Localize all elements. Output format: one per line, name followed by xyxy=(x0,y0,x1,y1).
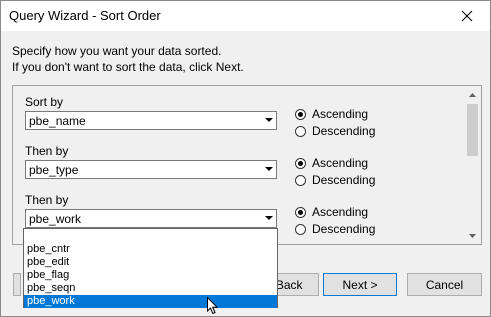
list-item-selected[interactable]: pbe_work xyxy=(24,295,277,308)
chevron-down-icon[interactable] xyxy=(261,161,276,178)
close-icon xyxy=(461,10,473,22)
descending-radio-3[interactable]: Descending xyxy=(295,221,375,237)
instruction-line-2: If you don't want to sort the data, clic… xyxy=(12,60,244,74)
radio-label: Ascending xyxy=(312,107,369,121)
field-dropdown-list[interactable]: pbe_cntr pbe_edit pbe_flag pbe_seqn pbe_… xyxy=(23,228,278,308)
hidden-left-button[interactable] xyxy=(13,273,21,296)
scrollbar-thumb[interactable] xyxy=(467,104,478,156)
sort-panel: Sort by pbe_name Ascending Descending Th… xyxy=(12,85,482,245)
vertical-scrollbar[interactable] xyxy=(464,86,481,244)
list-item[interactable]: pbe_edit xyxy=(24,256,277,269)
radio-label: Descending xyxy=(312,173,376,187)
descending-radio-2[interactable]: Descending xyxy=(295,172,375,188)
instruction-line-1: Specify how you want your data sorted. xyxy=(12,44,222,58)
close-button[interactable] xyxy=(444,1,490,31)
radio-label: Descending xyxy=(312,222,376,236)
sort-field-combo-2[interactable]: pbe_type xyxy=(25,160,277,179)
ascending-radio-1[interactable]: Ascending xyxy=(295,106,368,122)
sort-group-1: Sort by pbe_name Ascending Descending xyxy=(25,95,445,139)
then-by-label: Then by xyxy=(25,193,69,207)
radio-button[interactable] xyxy=(295,157,306,169)
instructions: Specify how you want your data sorted. I… xyxy=(12,43,244,75)
combo-value: pbe_work xyxy=(29,212,82,226)
sort-field-combo-1[interactable]: pbe_name xyxy=(25,111,277,130)
list-item[interactable]: pbe_seqn xyxy=(24,282,277,295)
scroll-down-icon[interactable] xyxy=(464,227,481,244)
window-title: Query Wizard - Sort Order xyxy=(9,8,161,23)
radio-button[interactable] xyxy=(295,108,306,120)
combo-value: pbe_name xyxy=(29,114,86,128)
list-item[interactable] xyxy=(24,230,277,243)
sort-group-2: Then by pbe_type Ascending Descending xyxy=(25,144,445,188)
chevron-down-icon[interactable] xyxy=(261,210,276,227)
combo-value: pbe_type xyxy=(29,163,79,177)
radio-label: Ascending xyxy=(312,156,369,170)
list-item[interactable]: pbe_cntr xyxy=(24,243,277,256)
sort-field-combo-3[interactable]: pbe_work xyxy=(25,209,277,228)
scroll-up-icon[interactable] xyxy=(464,86,481,103)
next-button[interactable]: Next > xyxy=(323,273,397,296)
ascending-radio-2[interactable]: Ascending xyxy=(295,155,368,171)
title-bar: Query Wizard - Sort Order xyxy=(1,1,490,31)
radio-button[interactable] xyxy=(295,125,306,137)
sort-by-label: Sort by xyxy=(25,95,64,109)
radio-button[interactable] xyxy=(295,174,306,186)
cancel-button[interactable]: Cancel xyxy=(407,273,482,296)
radio-label: Descending xyxy=(312,124,376,138)
radio-label: Ascending xyxy=(312,205,369,219)
then-by-label: Then by xyxy=(25,144,69,158)
chevron-down-icon[interactable] xyxy=(261,112,276,129)
list-item[interactable]: pbe_flag xyxy=(24,269,277,282)
ascending-radio-3[interactable]: Ascending xyxy=(295,204,368,220)
mouse-pointer-icon xyxy=(207,297,219,315)
descending-radio-1[interactable]: Descending xyxy=(295,123,375,139)
radio-button[interactable] xyxy=(295,206,306,218)
radio-button[interactable] xyxy=(295,223,306,235)
